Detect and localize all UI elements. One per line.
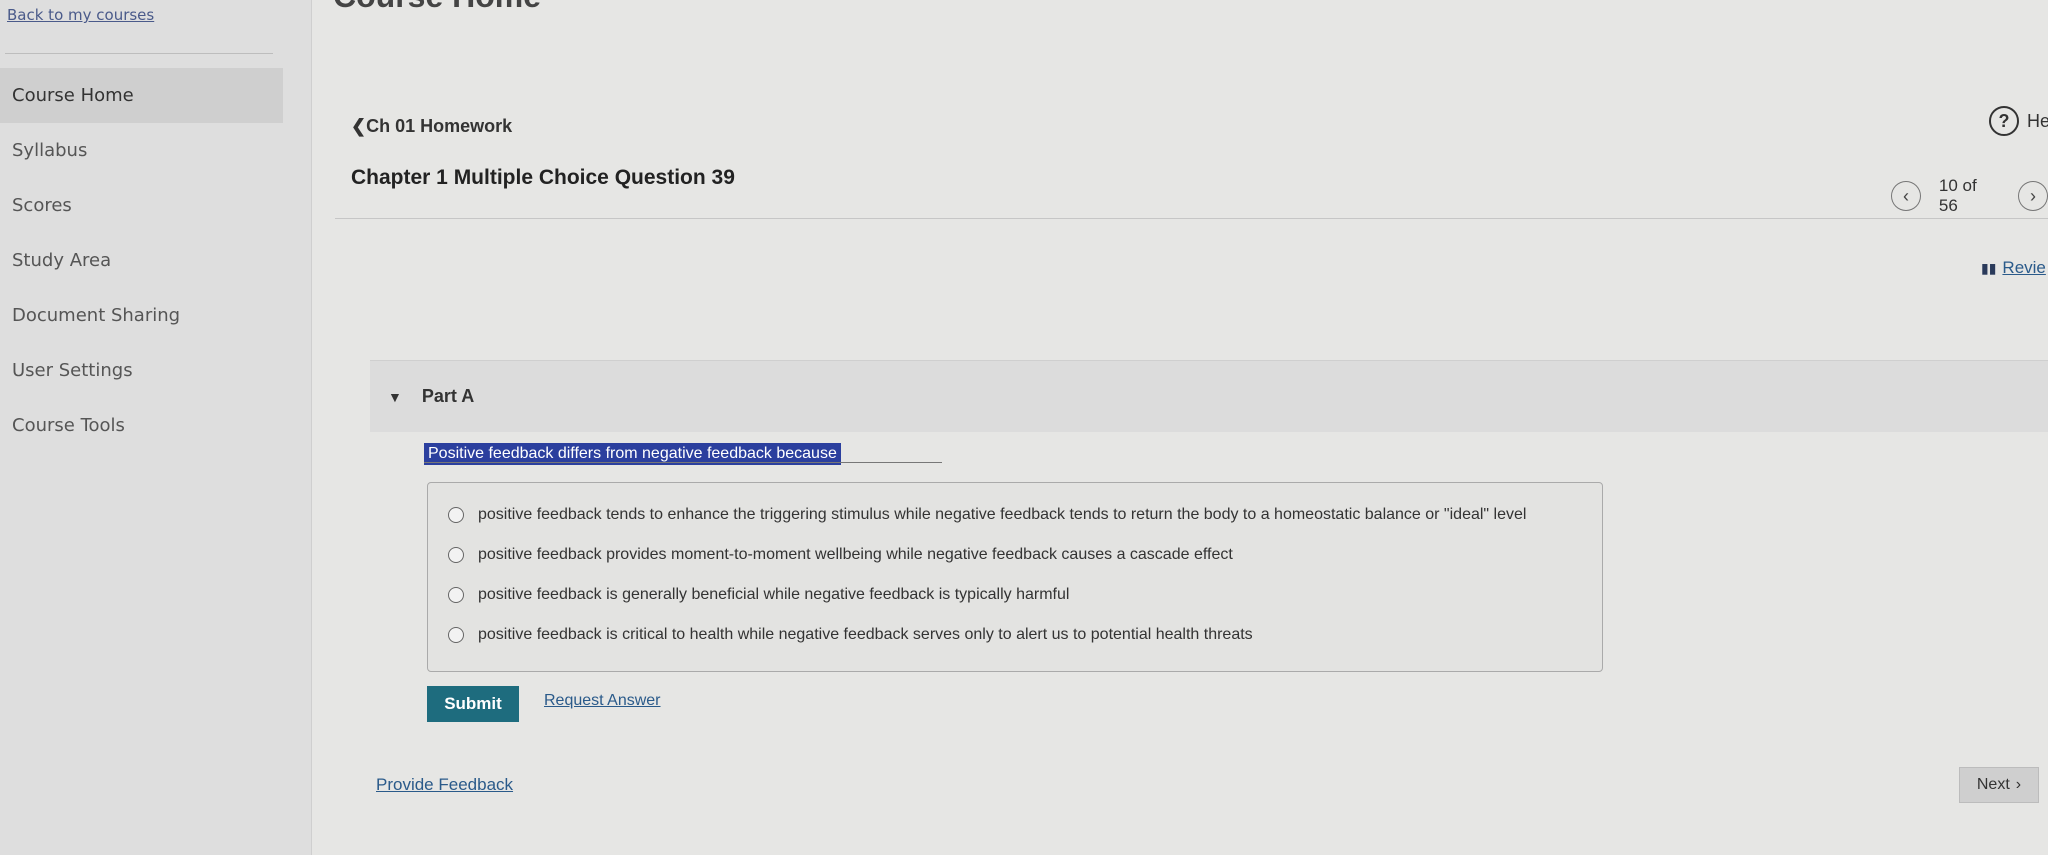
submit-button[interactable]: Submit <box>427 686 519 722</box>
breadcrumb-label: Ch 01 Homework <box>366 116 513 136</box>
help-icon: ? <box>1989 106 2019 136</box>
part-label: Part A <box>421 386 475 406</box>
caret-down-icon: ▼ <box>388 388 402 405</box>
part-a-header[interactable]: ▼ Part A <box>370 360 2048 432</box>
help-label: He <box>2027 110 2048 131</box>
choice-text: positive feedback provides moment-to-mom… <box>478 546 1233 563</box>
radio-button[interactable] <box>448 627 464 643</box>
help-link[interactable]: ? He <box>1989 106 2048 136</box>
review-label: Revie <box>2002 258 2046 277</box>
back-to-courses-link[interactable]: Back to my courses <box>7 6 154 24</box>
sidebar-item-study-area[interactable]: Study Area <box>0 233 283 288</box>
next-question-button[interactable]: › <box>2018 181 2048 211</box>
book-icon: ▮▮ <box>1981 259 1997 276</box>
breadcrumb[interactable]: ❮Ch 01 Homework <box>351 116 512 137</box>
radio-button[interactable] <box>448 547 464 563</box>
request-answer-link[interactable]: Request Answer <box>544 692 661 710</box>
chevron-left-icon: ❮ <box>351 116 367 136</box>
choice-text: positive feedback tends to enhance the t… <box>478 506 1527 523</box>
pager-position: 10 of 56 <box>1938 176 1977 215</box>
chevron-right-icon: › <box>2015 776 2022 793</box>
sidebar-divider <box>5 53 273 54</box>
title-divider <box>335 218 2048 219</box>
question-underline <box>424 462 942 463</box>
sidebar-item-course-home[interactable]: Course Home <box>0 68 283 123</box>
next-label: Next <box>1976 776 2010 793</box>
sidebar: Back to my courses Course Home Syllabus … <box>0 0 312 855</box>
provide-feedback-link[interactable]: Provide Feedback <box>376 775 513 795</box>
main-content: Course Home ❮Ch 01 Homework Chapter 1 Mu… <box>313 0 2048 855</box>
sidebar-item-user-settings[interactable]: User Settings <box>0 343 283 398</box>
question-pager: ‹ 10 of 56 › <box>1891 176 2048 216</box>
radio-button[interactable] <box>448 507 464 523</box>
chevron-left-icon: ‹ <box>1902 185 1909 206</box>
answer-choice[interactable]: positive feedback is generally beneficia… <box>428 575 1602 615</box>
answer-choice[interactable]: positive feedback is critical to health … <box>428 615 1602 655</box>
radio-button[interactable] <box>448 587 464 603</box>
next-button[interactable]: Next › <box>1959 767 2039 803</box>
choice-text: positive feedback is critical to health … <box>478 626 1253 643</box>
chevron-right-icon: › <box>2030 185 2037 206</box>
previous-question-button[interactable]: ‹ <box>1891 181 1921 211</box>
review-link[interactable]: ▮▮ Revie <box>1981 258 2046 278</box>
answer-choice[interactable]: positive feedback provides moment-to-mom… <box>428 535 1602 575</box>
answer-choice[interactable]: positive feedback tends to enhance the t… <box>428 495 1602 535</box>
answer-choices: positive feedback tends to enhance the t… <box>427 482 1603 672</box>
sidebar-item-document-sharing[interactable]: Document Sharing <box>0 288 283 343</box>
page-title: Course Home <box>333 0 541 15</box>
sidebar-item-scores[interactable]: Scores <box>0 178 283 233</box>
choice-text: positive feedback is generally beneficia… <box>478 586 1070 603</box>
sidebar-item-syllabus[interactable]: Syllabus <box>0 123 283 178</box>
sidebar-item-course-tools[interactable]: Course Tools <box>0 398 283 453</box>
question-title: Chapter 1 Multiple Choice Question 39 <box>351 166 735 189</box>
sidebar-nav: Course Home Syllabus Scores Study Area D… <box>0 68 283 453</box>
